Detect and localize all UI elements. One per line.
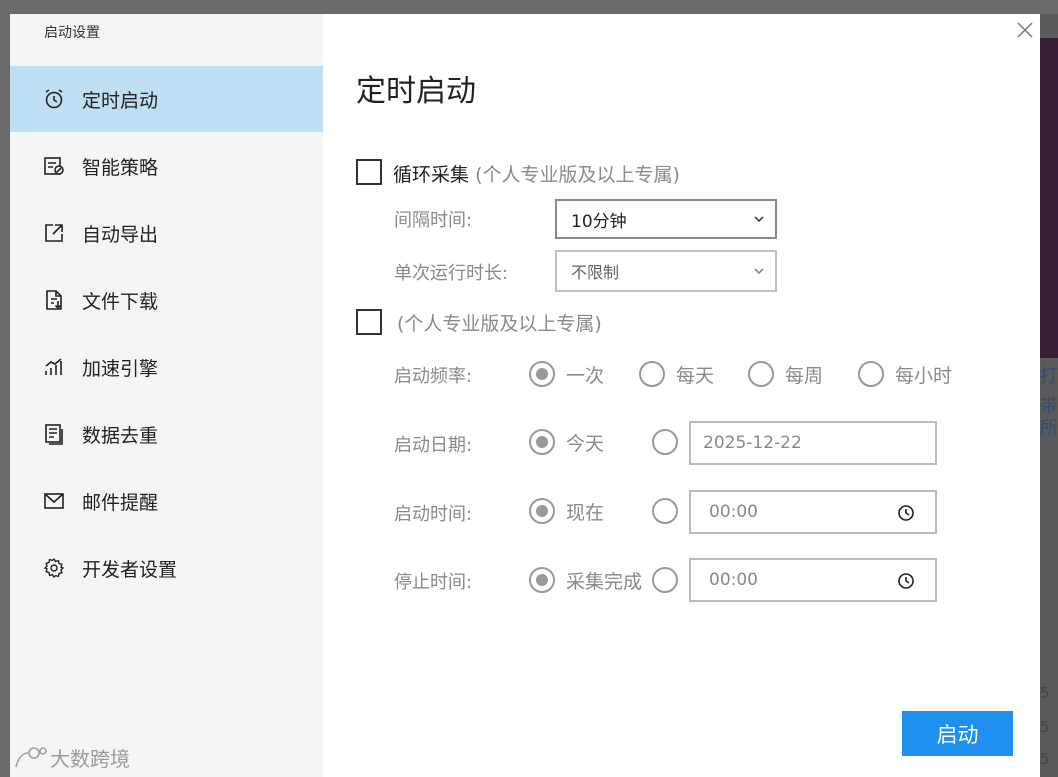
start-now-label: 现在 xyxy=(566,502,605,524)
sidebar-item-speed-engine[interactable]: 加速引擎 xyxy=(10,334,323,400)
sidebar-item-mail-alert[interactable]: 邮件提醒 xyxy=(10,468,323,534)
stop-time-field[interactable]: 00:00 xyxy=(689,558,937,602)
watermark: 大数跨境 xyxy=(10,739,160,775)
file-download-icon xyxy=(42,288,66,312)
interval-select[interactable]: 10分钟 xyxy=(555,199,777,239)
page-title: 定时启动 xyxy=(356,74,476,109)
start-now-radio[interactable] xyxy=(529,498,555,524)
sidebar-item-label: 数据去重 xyxy=(82,424,159,447)
loop-collect-title: 循环采集 xyxy=(393,164,470,186)
frequency-weekly-radio[interactable] xyxy=(748,361,774,387)
sidebar-item-label: 智能策略 xyxy=(82,156,159,179)
mail-icon xyxy=(42,489,66,513)
frequency-daily-label: 每天 xyxy=(676,365,715,387)
start-time-label: 启动时间: xyxy=(394,504,473,525)
start-date-label: 启动日期: xyxy=(394,435,473,456)
frequency-once-radio[interactable] xyxy=(529,361,555,387)
export-icon xyxy=(42,221,66,245)
sidebar-item-label: 定时启动 xyxy=(82,89,159,112)
backdrop-text-fragment: 5 xyxy=(1040,684,1050,702)
schedule-pro-note: (个人专业版及以上专属) xyxy=(397,313,602,335)
frequency-daily-radio[interactable] xyxy=(639,361,665,387)
start-date-custom-radio[interactable] xyxy=(652,429,678,455)
run-duration-label: 单次运行时长: xyxy=(394,263,509,284)
pro-edition-note: (个人专业版及以上专属) xyxy=(475,164,680,186)
sidebar-item-label: 开发者设置 xyxy=(82,558,178,581)
backdrop-right-image xyxy=(1040,38,1058,358)
frequency-hourly-radio[interactable] xyxy=(858,361,884,387)
sidebar-item-label: 邮件提醒 xyxy=(82,491,159,514)
backdrop-text-fragment: 5 xyxy=(1040,718,1050,736)
start-time-value: 00:00 xyxy=(709,502,758,522)
sidebar-item-label: 加速引擎 xyxy=(82,357,159,380)
frequency-once-label: 一次 xyxy=(566,365,605,387)
stop-time-custom-radio[interactable] xyxy=(652,567,678,593)
backdrop-top-bar xyxy=(0,0,1058,14)
sidebar-item-label: 自动导出 xyxy=(82,223,159,246)
speed-chart-icon xyxy=(42,355,66,379)
stop-on-complete-radio[interactable] xyxy=(529,567,555,593)
backdrop-text-fragment: 打 xyxy=(1040,366,1058,387)
alarm-clock-icon xyxy=(42,87,66,111)
start-today-label: 今天 xyxy=(566,433,605,455)
start-time-custom-radio[interactable] xyxy=(652,498,678,524)
frequency-hourly-label: 每小时 xyxy=(895,365,953,387)
strategy-icon xyxy=(42,154,66,178)
dedupe-icon xyxy=(42,422,66,446)
chevron-down-icon xyxy=(754,216,764,223)
stop-on-complete-label: 采集完成 xyxy=(566,571,643,593)
sidebar-item-data-dedupe[interactable]: 数据去重 xyxy=(10,401,323,467)
chevron-down-icon xyxy=(754,268,764,275)
start-today-radio[interactable] xyxy=(529,429,555,455)
dialog-title: 启动设置 xyxy=(44,25,100,41)
sidebar-item-smart-strategy[interactable]: 智能策略 xyxy=(10,133,323,199)
loop-collect-checkbox[interactable] xyxy=(356,159,382,185)
start-date-value: 2025-12-22 xyxy=(703,433,802,453)
clock-icon xyxy=(898,573,914,589)
stop-time-value: 00:00 xyxy=(709,570,758,590)
settings-sidebar: 启动设置 定时启动 智能策略 自动导出 文件下载 加速引擎 数据去重 邮件提醒 … xyxy=(10,14,323,777)
sidebar-item-file-download[interactable]: 文件下载 xyxy=(10,267,323,333)
interval-value: 10分钟 xyxy=(571,211,627,232)
frequency-weekly-label: 每周 xyxy=(785,365,824,387)
interval-label: 间隔时间: xyxy=(394,210,473,231)
watermark-logo xyxy=(15,747,47,768)
backdrop-left-strip xyxy=(0,14,10,777)
close-button[interactable] xyxy=(1015,20,1035,40)
backdrop-text-fragment: 5 xyxy=(1040,750,1050,768)
stop-time-label: 停止时间: xyxy=(394,572,473,593)
start-time-field[interactable]: 00:00 xyxy=(689,490,937,534)
gear-icon xyxy=(42,556,66,580)
sidebar-item-label: 文件下载 xyxy=(82,290,159,313)
start-button[interactable]: 启动 xyxy=(902,711,1013,756)
backdrop-text-fragment: 所 xyxy=(1040,418,1058,439)
sidebar-item-developer-settings[interactable]: 开发者设置 xyxy=(10,535,323,601)
frequency-label: 启动频率: xyxy=(394,366,473,387)
loop-collect-label: 循环采集 (个人专业版及以上专属) xyxy=(393,160,680,187)
run-duration-select[interactable]: 不限制 xyxy=(555,250,777,292)
close-icon xyxy=(1017,22,1033,38)
start-date-field[interactable]: 2025-12-22 xyxy=(689,421,937,465)
schedule-checkbox[interactable] xyxy=(356,309,382,335)
watermark-text: 大数跨境 xyxy=(50,747,130,771)
run-duration-value: 不限制 xyxy=(571,263,620,282)
sidebar-item-scheduled-start[interactable]: 定时启动 xyxy=(10,66,323,132)
sidebar-item-auto-export[interactable]: 自动导出 xyxy=(10,200,323,266)
clock-icon xyxy=(898,505,914,521)
startup-settings-dialog: 启动设置 定时启动 智能策略 自动导出 文件下载 加速引擎 数据去重 邮件提醒 … xyxy=(10,14,1040,777)
